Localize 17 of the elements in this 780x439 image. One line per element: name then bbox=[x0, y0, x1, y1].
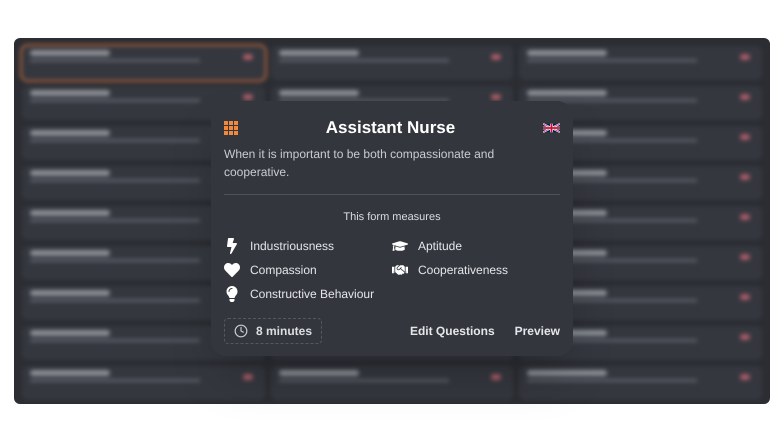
measures-heading: This form measures bbox=[342, 210, 442, 224]
action-button[interactable]: Preview bbox=[514, 322, 560, 340]
measure-label: Constructive Behaviour bbox=[250, 286, 374, 302]
clock-icon bbox=[234, 324, 248, 338]
lightbulb-icon bbox=[224, 286, 240, 302]
duration-text: 8 minutes bbox=[256, 323, 312, 340]
grid-icon bbox=[224, 120, 238, 135]
heart-icon bbox=[224, 262, 240, 278]
measure-label: Compassion bbox=[250, 262, 317, 278]
action-button[interactable]: Edit Questions bbox=[410, 322, 495, 340]
dialog-title: Assistant Nurse bbox=[326, 117, 456, 139]
dialog-description: When it is important to be both compassionate and cooperative. bbox=[224, 146, 496, 180]
measure-label: Aptitude bbox=[418, 238, 462, 254]
flag-icon bbox=[543, 122, 560, 134]
lightning-icon bbox=[224, 238, 240, 254]
measure-label: Cooperativeness bbox=[418, 262, 508, 278]
measure-label: Industriousness bbox=[250, 238, 334, 254]
